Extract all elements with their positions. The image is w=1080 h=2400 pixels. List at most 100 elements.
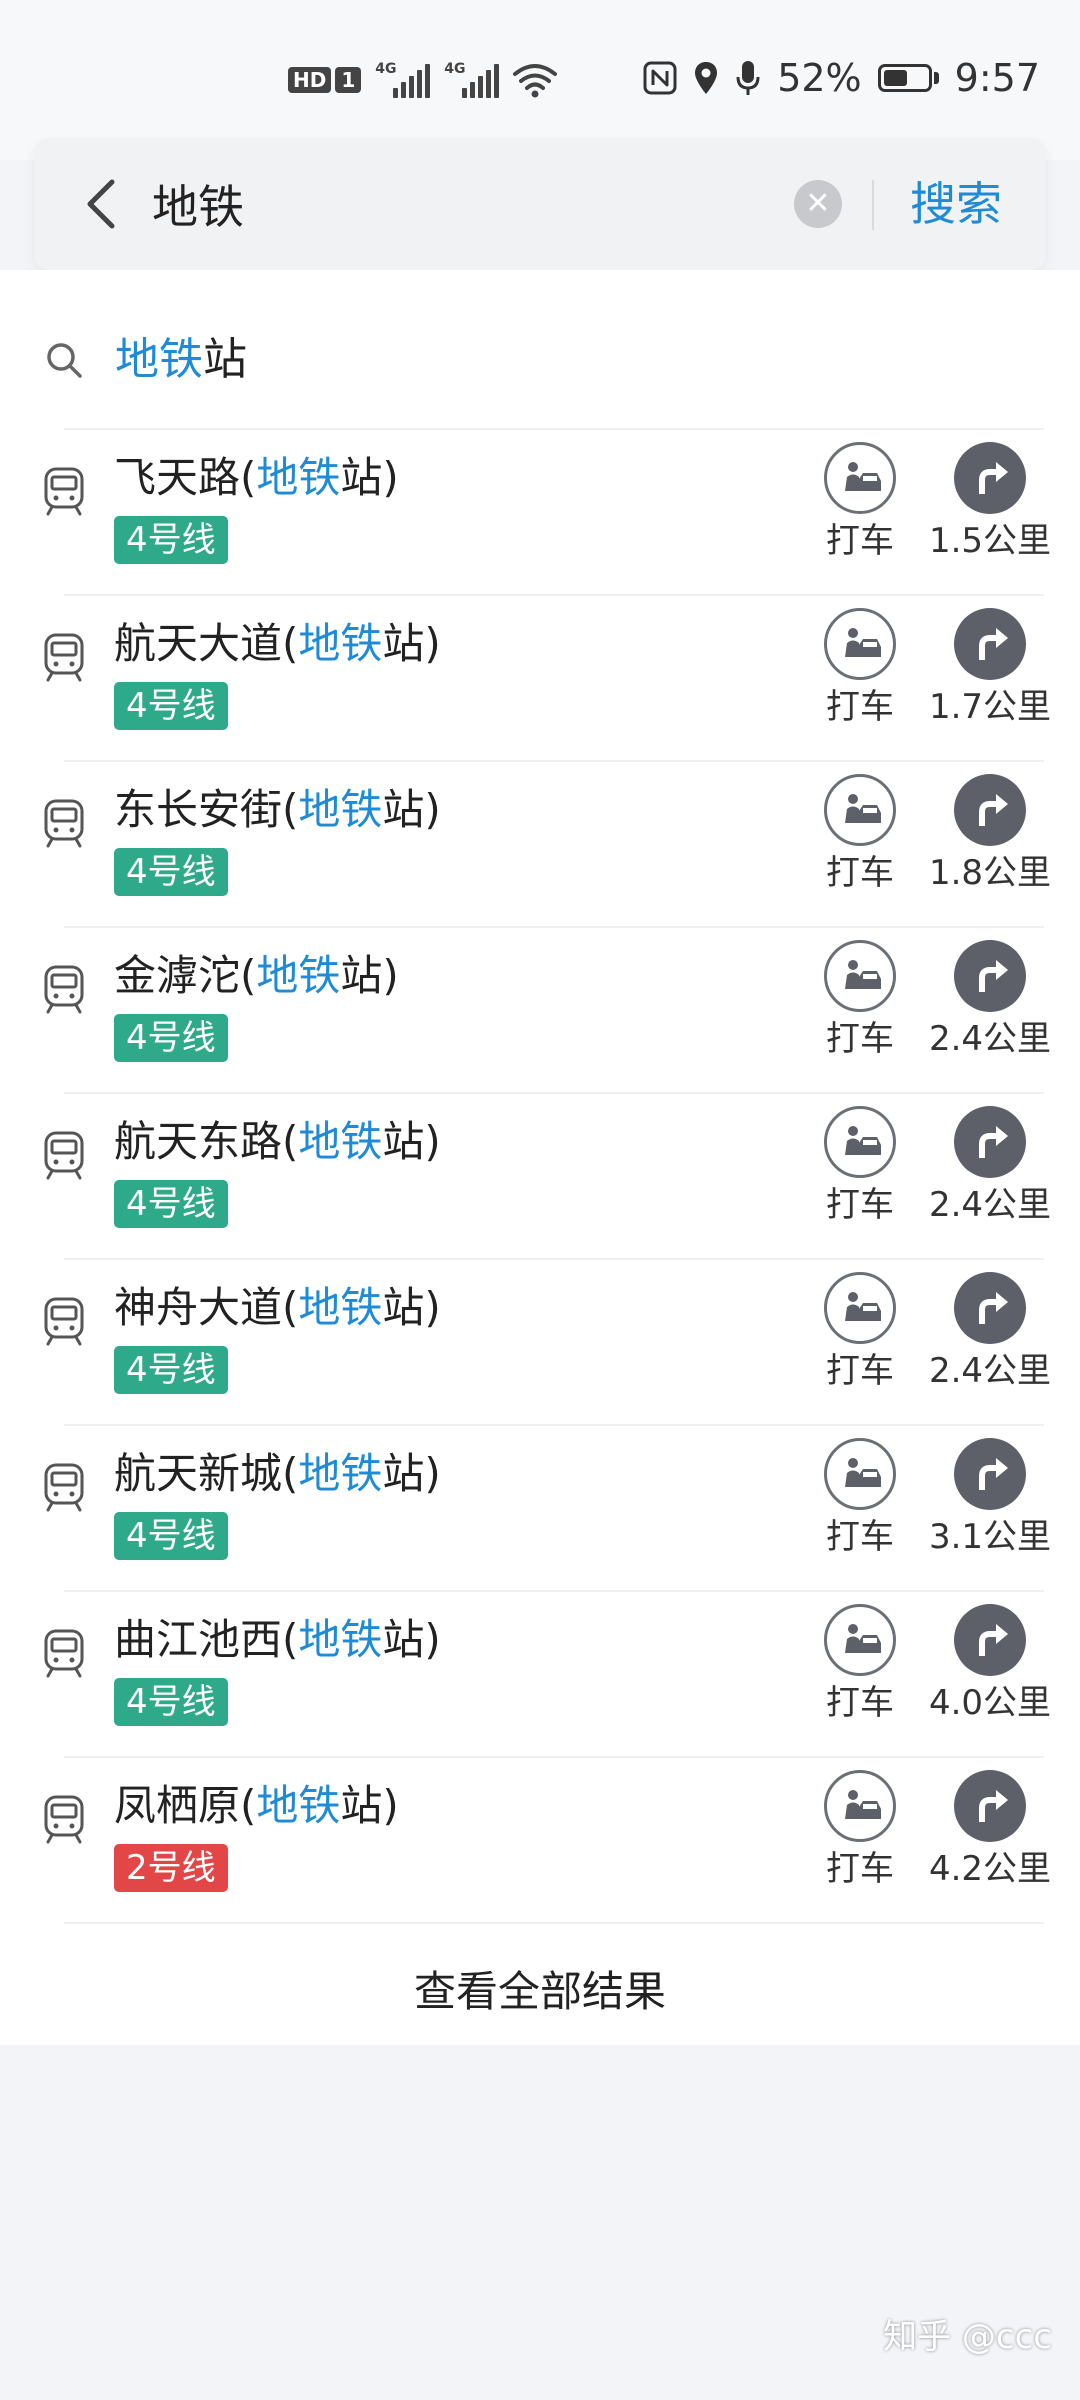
search-bar: ✕ 搜索 [34,138,1046,270]
subway-icon [44,965,84,1014]
result-item[interactable]: 曲江池西(地铁站) 4号线 打车 4.0公里 [0,1592,1080,1758]
route-arrow-icon [979,462,1008,494]
station-name-text: 飞天路 [114,453,241,502]
station-name: 曲江池西(地铁站) [114,1610,441,1670]
result-item[interactable]: 航天东路(地铁站) 4号线 打车 2.4公里 [0,1094,1080,1260]
result-item[interactable]: 金滹沱(地铁站) 4号线 打车 2.4公里 [0,928,1080,1094]
route-button[interactable] [954,1438,1026,1510]
taxi-button[interactable] [824,1770,896,1842]
taxi-button[interactable] [824,1272,896,1344]
subway-icon [44,1297,84,1346]
network-type-2: 4G [444,61,466,77]
station-paren-open: ( [240,1781,257,1830]
subway-icon [44,1463,84,1512]
station-keyword: 地铁 [256,951,341,1000]
taxi-label: 打车 [826,521,894,561]
line-badge: 4号线 [114,1512,228,1560]
route-button[interactable] [954,1272,1026,1344]
result-item[interactable]: 航天新城(地铁站) 4号线 打车 3.1公里 [0,1426,1080,1592]
taxi-button[interactable] [824,1106,896,1178]
taxi-icon [845,462,881,491]
route-arrow-icon [979,1458,1008,1490]
line-badge: 4号线 [114,1346,228,1394]
status-bar: HD 1 4G 4G 52% 9:57 [0,0,1080,160]
station-paren-open: ( [282,1615,299,1664]
taxi-label: 打车 [826,1517,894,1557]
line-badge: 4号线 [114,682,228,730]
route-button[interactable] [954,774,1026,846]
station-paren-close: 站) [382,1449,441,1498]
taxi-label: 打车 [826,1185,894,1225]
wifi-icon [513,64,558,98]
station-paren-close: 站) [382,1283,441,1332]
distance-label: 1.5公里 [928,521,1052,561]
route-arrow-icon [979,628,1008,660]
route-button[interactable] [954,1604,1026,1676]
sim-badge: 1 [335,67,362,93]
taxi-icon [845,794,881,823]
station-name: 东长安街(地铁站) [114,780,441,840]
station-keyword: 地铁 [298,1449,383,1498]
search-button[interactable]: 搜索 [910,172,1002,236]
station-paren-close: 站) [382,785,441,834]
station-name-text: 金滹沱 [114,951,241,1000]
taxi-icon [845,960,881,989]
subway-icon [44,1131,84,1180]
taxi-button[interactable] [824,608,896,680]
station-keyword: 地铁 [256,453,341,502]
subway-icon [44,633,84,682]
subway-icon [44,799,84,848]
hd-badge: HD [288,67,332,93]
results-panel: 地铁站 飞天路(地铁站) 4号线 打车 1.5公里 航天大道(地铁站) 4号线 打车 1.7公… [0,270,1080,2045]
battery-percent: 52% [777,56,862,100]
result-item[interactable]: 飞天路(地铁站) 4号线 打车 1.5公里 [0,430,1080,596]
search-input[interactable] [152,168,792,240]
nfc-icon [643,61,677,95]
distance-label: 2.4公里 [928,1185,1052,1225]
result-item[interactable]: 东长安街(地铁站) 4号线 打车 1.8公里 [0,762,1080,928]
signal-icon: 4G [375,62,431,98]
station-paren-open: ( [282,619,299,668]
station-paren-close: 站) [382,619,441,668]
distance-label: 2.4公里 [928,1351,1052,1391]
taxi-button[interactable] [824,1604,896,1676]
station-name-text: 东长安街 [114,785,283,834]
suggestion-highlight: 地铁 [115,334,203,385]
line-badge: 4号线 [114,1180,228,1228]
result-item[interactable]: 航天大道(地铁站) 4号线 打车 1.7公里 [0,596,1080,762]
station-name: 神舟大道(地铁站) [114,1278,441,1338]
distance-label: 2.4公里 [928,1019,1052,1059]
distance-label: 1.8公里 [928,853,1052,893]
route-button[interactable] [954,608,1026,680]
line-badge: 4号线 [114,1678,228,1726]
back-arrow-icon[interactable] [72,172,136,236]
view-all-results-button[interactable]: 查看全部结果 [0,1942,1080,2042]
route-button[interactable] [954,442,1026,514]
route-button[interactable] [954,940,1026,1012]
taxi-button[interactable] [824,774,896,846]
station-paren-open: ( [282,785,299,834]
taxi-label: 打车 [826,1849,894,1889]
clear-icon[interactable]: ✕ [794,180,842,228]
taxi-button[interactable] [824,1438,896,1510]
station-paren-close: 站) [340,453,399,502]
result-item[interactable]: 凤栖原(地铁站) 2号线 打车 4.2公里 [0,1758,1080,1924]
station-name: 金滹沱(地铁站) [114,946,399,1006]
station-name: 航天大道(地铁站) [114,614,441,674]
taxi-button[interactable] [824,442,896,514]
hd-indicator: HD 1 [288,67,362,93]
subway-icon [44,467,84,516]
station-paren-open: ( [282,1117,299,1166]
status-left: HD 1 4G 4G [288,61,558,98]
result-item[interactable]: 神舟大道(地铁站) 4号线 打车 2.4公里 [0,1260,1080,1426]
station-keyword: 地铁 [298,1117,383,1166]
station-keyword: 地铁 [298,1283,383,1332]
search-icon [47,343,82,378]
route-button[interactable] [954,1770,1026,1842]
suggestion-item[interactable]: 地铁站 [0,270,1080,430]
distance-label: 3.1公里 [928,1517,1052,1557]
station-paren-close: 站) [340,1781,399,1830]
route-button[interactable] [954,1106,1026,1178]
station-name-text: 航天东路 [114,1117,283,1166]
taxi-button[interactable] [824,940,896,1012]
